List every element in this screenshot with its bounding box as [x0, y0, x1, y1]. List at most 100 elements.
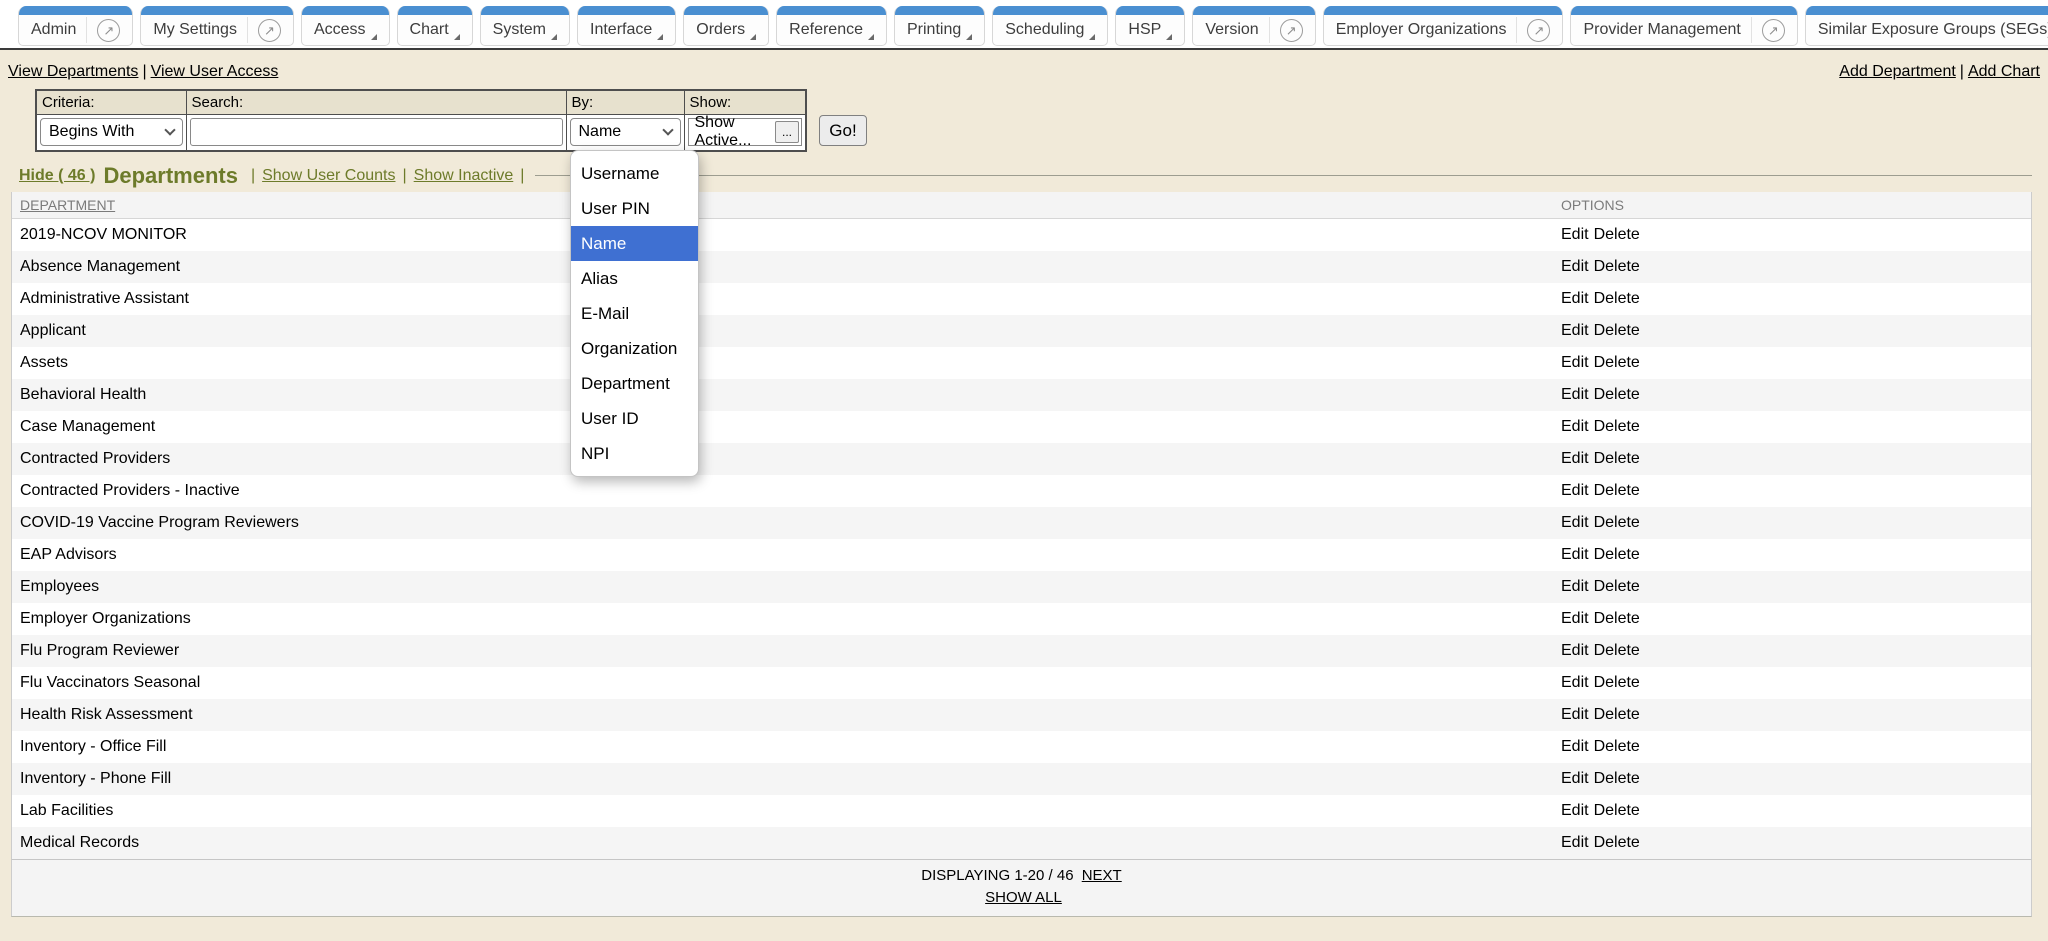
show-inactive-link[interactable]: Show Inactive	[414, 167, 514, 185]
tab-label: Printing	[907, 21, 961, 39]
nav-tab-scheduling[interactable]: Scheduling	[992, 6, 1108, 46]
delete-link[interactable]: Delete	[1594, 482, 1640, 500]
edit-link[interactable]: Edit	[1561, 226, 1589, 244]
external-link-icon[interactable]: ↗	[1527, 19, 1550, 42]
row-options: Edit Delete	[1561, 226, 2031, 244]
row-options: Edit Delete	[1561, 578, 2031, 596]
edit-link[interactable]: Edit	[1561, 738, 1589, 756]
add-department-link[interactable]: Add Department	[1839, 63, 1956, 80]
row-options: Edit Delete	[1561, 610, 2031, 628]
view-user-access-link[interactable]: View User Access	[151, 63, 279, 80]
edit-link[interactable]: Edit	[1561, 770, 1589, 788]
row-options: Edit Delete	[1561, 738, 2031, 756]
delete-link[interactable]: Delete	[1594, 578, 1640, 596]
row-options: Edit Delete	[1561, 418, 2031, 436]
edit-link[interactable]: Edit	[1561, 290, 1589, 308]
search-input[interactable]	[190, 118, 563, 146]
nav-tab-admin[interactable]: Admin↗	[18, 6, 133, 46]
edit-link[interactable]: Edit	[1561, 578, 1589, 596]
nav-tab-reference[interactable]: Reference	[776, 6, 887, 46]
edit-link[interactable]: Edit	[1561, 418, 1589, 436]
show-all-link[interactable]: SHOW ALL	[985, 889, 1062, 906]
external-link-icon[interactable]: ↗	[1280, 19, 1303, 42]
dropdown-option-user-pin[interactable]: User PIN	[571, 191, 698, 226]
nav-tab-interface[interactable]: Interface	[577, 6, 676, 46]
nav-tab-my-settings[interactable]: My Settings↗	[140, 6, 294, 46]
view-departments-link[interactable]: View Departments	[8, 63, 138, 80]
delete-link[interactable]: Delete	[1594, 290, 1640, 308]
dropdown-option-username[interactable]: Username	[571, 156, 698, 191]
edit-link[interactable]: Edit	[1561, 322, 1589, 340]
edit-link[interactable]: Edit	[1561, 802, 1589, 820]
table-row: Inventory - Phone FillEdit Delete	[12, 763, 2031, 795]
nav-tab-hsp[interactable]: HSP	[1115, 6, 1185, 46]
edit-link[interactable]: Edit	[1561, 546, 1589, 564]
external-link-icon[interactable]: ↗	[97, 19, 120, 42]
edit-link[interactable]: Edit	[1561, 482, 1589, 500]
hide-count-link[interactable]: Hide ( 46 )	[19, 167, 95, 185]
nav-tab-system[interactable]: System	[480, 6, 570, 46]
delete-link[interactable]: Delete	[1594, 258, 1640, 276]
nav-tab-access[interactable]: Access	[301, 6, 390, 46]
dropdown-option-department[interactable]: Department	[571, 366, 698, 401]
go-button[interactable]: Go!	[819, 115, 867, 146]
delete-link[interactable]: Delete	[1594, 610, 1640, 628]
edit-link[interactable]: Edit	[1561, 610, 1589, 628]
delete-link[interactable]: Delete	[1594, 354, 1640, 372]
nav-tab-version[interactable]: Version↗	[1192, 6, 1315, 46]
dropdown-option-alias[interactable]: Alias	[571, 261, 698, 296]
delete-link[interactable]: Delete	[1594, 738, 1640, 756]
edit-link[interactable]: Edit	[1561, 258, 1589, 276]
delete-link[interactable]: Delete	[1594, 674, 1640, 692]
criteria-select[interactable]: Begins With	[40, 118, 183, 146]
table-row: Contracted Providers - InactiveEditDelet…	[12, 475, 2031, 507]
department-name: Absence Management	[12, 258, 1561, 276]
nav-tab-employer-organizations[interactable]: Employer Organizations↗	[1323, 6, 1564, 46]
delete-link[interactable]: Delete	[1594, 418, 1640, 436]
department-name: Inventory - Phone Fill	[12, 770, 1561, 788]
edit-link[interactable]: Edit	[1561, 642, 1589, 660]
nav-tab-printing[interactable]: Printing	[894, 6, 985, 46]
dropdown-option-organization[interactable]: Organization	[571, 331, 698, 366]
edit-link[interactable]: Edit	[1561, 354, 1589, 372]
department-column-header[interactable]: DEPARTMENT	[12, 197, 1561, 213]
delete-link[interactable]: Delete	[1594, 386, 1640, 404]
dropdown-option-e-mail[interactable]: E-Mail	[571, 296, 698, 331]
nav-tab-similar-exposure-groups-segs[interactable]: Similar Exposure Groups (SEGs)↗	[1805, 6, 2048, 46]
external-link-icon[interactable]: ↗	[1762, 19, 1785, 42]
panel-title-bar: Hide ( 46 ) Departments | Show User Coun…	[11, 160, 2032, 192]
dropdown-option-npi[interactable]: NPI	[571, 436, 698, 471]
edit-link[interactable]: Edit	[1561, 514, 1589, 532]
delete-link[interactable]: Delete	[1594, 450, 1640, 468]
by-select[interactable]: Name	[570, 118, 681, 146]
show-filter-box: Show Active... ...	[688, 118, 803, 146]
separator: |	[251, 167, 255, 185]
delete-link[interactable]: Delete	[1594, 706, 1640, 724]
show-user-counts-link[interactable]: Show User Counts	[262, 167, 395, 185]
edit-link[interactable]: Edit	[1561, 834, 1589, 852]
next-page-link[interactable]: NEXT	[1082, 867, 1122, 884]
delete-link[interactable]: Delete	[1594, 642, 1640, 660]
edit-link[interactable]: Edit	[1561, 706, 1589, 724]
external-link-icon[interactable]: ↗	[258, 19, 281, 42]
edit-link[interactable]: Edit	[1561, 674, 1589, 692]
edit-link[interactable]: Edit	[1561, 386, 1589, 404]
delete-link[interactable]: Delete	[1594, 770, 1640, 788]
delete-link[interactable]: Delete	[1594, 802, 1640, 820]
nav-tab-provider-management[interactable]: Provider Management↗	[1570, 6, 1797, 46]
edit-link[interactable]: Edit	[1561, 450, 1589, 468]
delete-link[interactable]: Delete	[1594, 514, 1640, 532]
delete-link[interactable]: Delete	[1594, 226, 1640, 244]
delete-link[interactable]: Delete	[1594, 322, 1640, 340]
nav-tab-chart[interactable]: Chart	[397, 6, 473, 46]
tab-accent-bar	[398, 6, 472, 15]
separator: |	[520, 167, 524, 185]
dropdown-option-user-id[interactable]: User ID	[571, 401, 698, 436]
delete-link[interactable]: Delete	[1594, 834, 1640, 852]
dropdown-option-name[interactable]: Name	[571, 226, 698, 261]
add-chart-link[interactable]: Add Chart	[1968, 63, 2040, 80]
table-row: EmployeesEditDelete	[12, 571, 2031, 603]
delete-link[interactable]: Delete	[1594, 546, 1640, 564]
nav-tab-orders[interactable]: Orders	[683, 6, 769, 46]
show-filter-more-button[interactable]: ...	[775, 121, 799, 143]
